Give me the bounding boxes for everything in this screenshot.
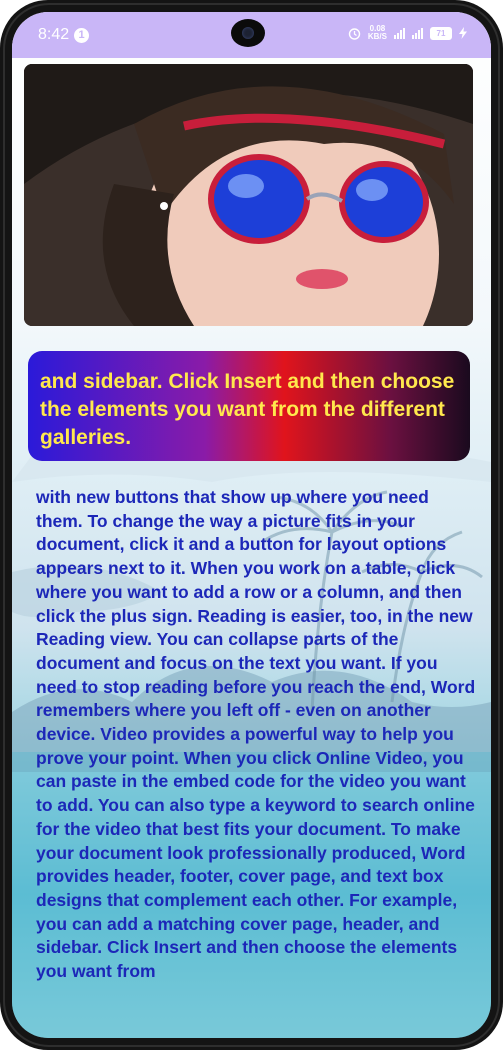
screen: 8:42 1 0.08 KB/S 71 and sidebar. Click I… [12, 12, 491, 1038]
signal-icon [394, 27, 405, 39]
girl-with-sunglasses-image [24, 64, 473, 326]
status-time: 8:42 [38, 26, 70, 43]
front-camera [231, 19, 265, 47]
highlight-banner: and sidebar. Click Insert and then choos… [28, 351, 470, 461]
status-icons: 0.08 KB/S 71 [348, 25, 467, 41]
banner-text: and sidebar. Click Insert and then choos… [40, 370, 455, 449]
signal-icon-2 [412, 27, 423, 39]
alarm-icon [348, 27, 361, 40]
charging-icon [459, 27, 467, 39]
notification-badge: 1 [74, 28, 89, 43]
net-speed: 0.08 KB/S [368, 25, 387, 41]
net-speed-unit: KB/S [367, 32, 387, 41]
hero-photo [24, 64, 473, 326]
phone-frame: 8:42 1 0.08 KB/S 71 and sidebar. Click I… [0, 0, 503, 1050]
status-bar: 8:42 1 0.08 KB/S 71 [12, 12, 491, 58]
article-text: with new buttons that show up where you … [36, 487, 476, 982]
battery-icon: 71 [430, 26, 452, 40]
